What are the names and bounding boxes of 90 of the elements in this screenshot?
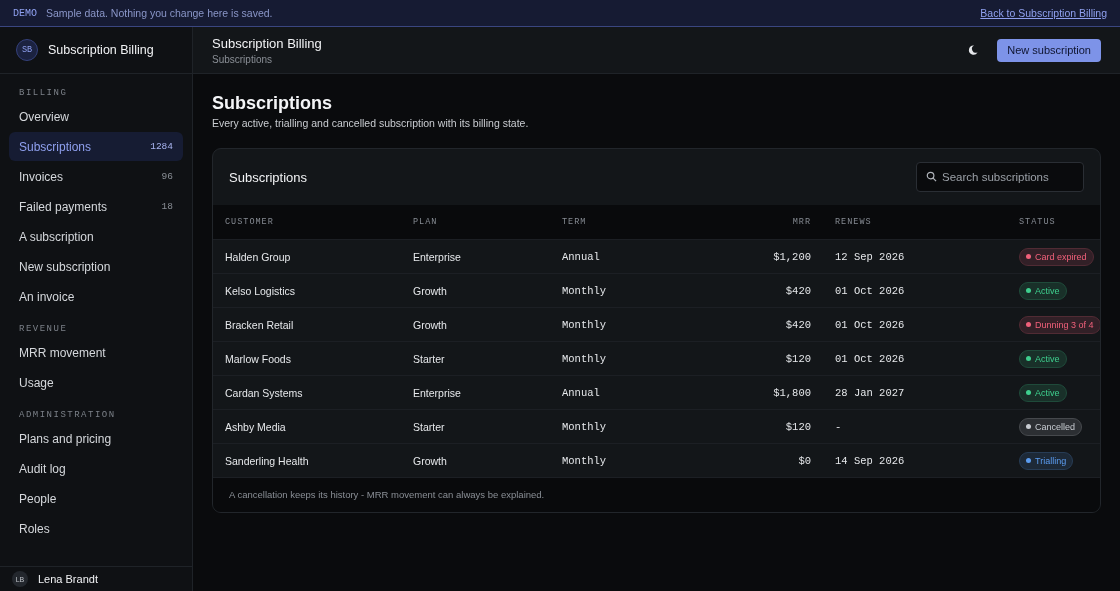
table-cell: 01 Oct 2026: [823, 307, 1007, 342]
table-cell: Growth: [401, 307, 550, 342]
table-cell: $420: [684, 307, 823, 342]
status-badge: Trialling: [1019, 451, 1074, 470]
table-cell: $420: [684, 273, 823, 308]
table-cell: 28 Jan 2027: [823, 375, 1007, 410]
column-header: STATUS: [1007, 205, 1100, 240]
table-cell: Starter: [401, 341, 550, 376]
table-cell: Bracken Retail: [213, 307, 401, 342]
nav-item[interactable]: Usage: [9, 368, 183, 397]
nav-item[interactable]: Failed payments 18: [9, 192, 183, 221]
nav-label: Invoices: [19, 169, 64, 184]
user-name: Lena Brandt: [38, 573, 99, 585]
table-cell: Enterprise: [401, 239, 550, 274]
app-logo: SB: [16, 39, 38, 61]
nav-item[interactable]: Plans and pricing: [9, 424, 183, 453]
nav-item[interactable]: People: [9, 484, 183, 513]
status-badge: Dunning 3 of 4: [1019, 315, 1100, 334]
section-heading: REVENUE: [19, 324, 69, 334]
table-cell: 12 Sep 2026: [823, 239, 1007, 274]
table-cell: Enterprise: [401, 375, 550, 410]
status-badge: Card expired: [1019, 247, 1094, 266]
nav-label: An invoice: [19, 289, 75, 304]
app-name: Subscription Billing: [48, 43, 154, 57]
back-link[interactable]: Back to Subscription Billing: [980, 7, 1107, 19]
card-title: Subscriptions: [229, 169, 308, 185]
table-cell: Marlow Foods: [213, 341, 401, 376]
nav-label: Usage: [19, 375, 54, 390]
column-header: CUSTOMER: [213, 205, 401, 240]
table-cell: Monthly: [550, 307, 684, 342]
nav-label: Plans and pricing: [19, 431, 112, 446]
nav-item[interactable]: Subscriptions 1284: [9, 132, 183, 161]
status-badge: Active: [1019, 349, 1067, 368]
table-cell: -: [823, 409, 1007, 444]
table-cell: Cardan Systems: [213, 375, 401, 410]
section-heading: BILLING: [19, 88, 69, 98]
nav-count: 18: [161, 201, 173, 212]
table-cell: Growth: [401, 273, 550, 308]
table-cell: Monthly: [550, 273, 684, 308]
moon-icon[interactable]: [967, 44, 980, 56]
table-cell: 01 Oct 2026: [823, 273, 1007, 308]
table-cell: Monthly: [550, 341, 684, 376]
table-cell: Monthly: [550, 409, 684, 444]
nav-label: Subscriptions: [19, 139, 92, 154]
table-footnote: A cancellation keeps its history - MRR movement can always be explained.: [213, 477, 1100, 512]
nav-label: New subscription: [19, 259, 111, 274]
nav-count: 96: [161, 171, 173, 182]
header-title: Subscription Billing: [212, 35, 323, 51]
search-field[interactable]: Search subscriptions: [916, 162, 1084, 192]
section-heading: ADMINISTRATION: [19, 410, 117, 420]
table-cell: Halden Group: [213, 239, 401, 274]
nav-count: 1284: [150, 141, 173, 152]
page-title: Subscriptions: [212, 93, 333, 114]
nav-label: MRR movement: [19, 345, 106, 360]
column-header: PLAN: [401, 205, 550, 240]
table-cell: $120: [684, 409, 823, 444]
nav-label: Audit log: [19, 461, 66, 476]
nav-item[interactable]: Overview: [9, 102, 183, 131]
column-header: RENEWS: [823, 205, 1007, 240]
table-cell: 01 Oct 2026: [823, 341, 1007, 376]
table-cell: Annual: [550, 239, 684, 274]
nav-label: Overview: [19, 109, 69, 124]
table-cell: $1,800: [684, 375, 823, 410]
table-cell: Kelso Logistics: [213, 273, 401, 308]
nav-label: A subscription: [19, 229, 94, 244]
table-cell: Annual: [550, 375, 684, 410]
table-cell: $1,200: [684, 239, 823, 274]
table-cell: $120: [684, 341, 823, 376]
column-header: MRR: [684, 205, 823, 240]
nav-item[interactable]: MRR movement: [9, 338, 183, 367]
banner-message: Sample data. Nothing you change here is saved.: [46, 7, 274, 19]
breadcrumb: Subscriptions: [212, 53, 274, 65]
nav-item[interactable]: An invoice: [9, 282, 183, 311]
nav-item[interactable]: Roles: [9, 514, 183, 543]
nav-item[interactable]: Audit log: [9, 454, 183, 483]
nav-item[interactable]: A subscription: [9, 222, 183, 251]
nav-label: Failed payments: [19, 199, 108, 214]
new-subscription-button[interactable]: New subscription: [997, 38, 1101, 62]
nav-label: People: [19, 491, 57, 506]
page-subtitle: Every active, trialling and cancelled subscription with its billing state.: [212, 117, 530, 129]
table-cell: Starter: [401, 409, 550, 444]
nav-item[interactable]: New subscription: [9, 252, 183, 281]
nav-label: Roles: [19, 521, 50, 536]
table-cell: Ashby Media: [213, 409, 401, 444]
nav-item[interactable]: Invoices 96: [9, 162, 183, 191]
status-badge: Active: [1019, 383, 1067, 402]
column-header: TERM: [550, 205, 684, 240]
status-badge: Active: [1019, 281, 1067, 300]
status-badge: Cancelled: [1019, 417, 1083, 436]
demo-tag: DEMO: [13, 7, 37, 19]
